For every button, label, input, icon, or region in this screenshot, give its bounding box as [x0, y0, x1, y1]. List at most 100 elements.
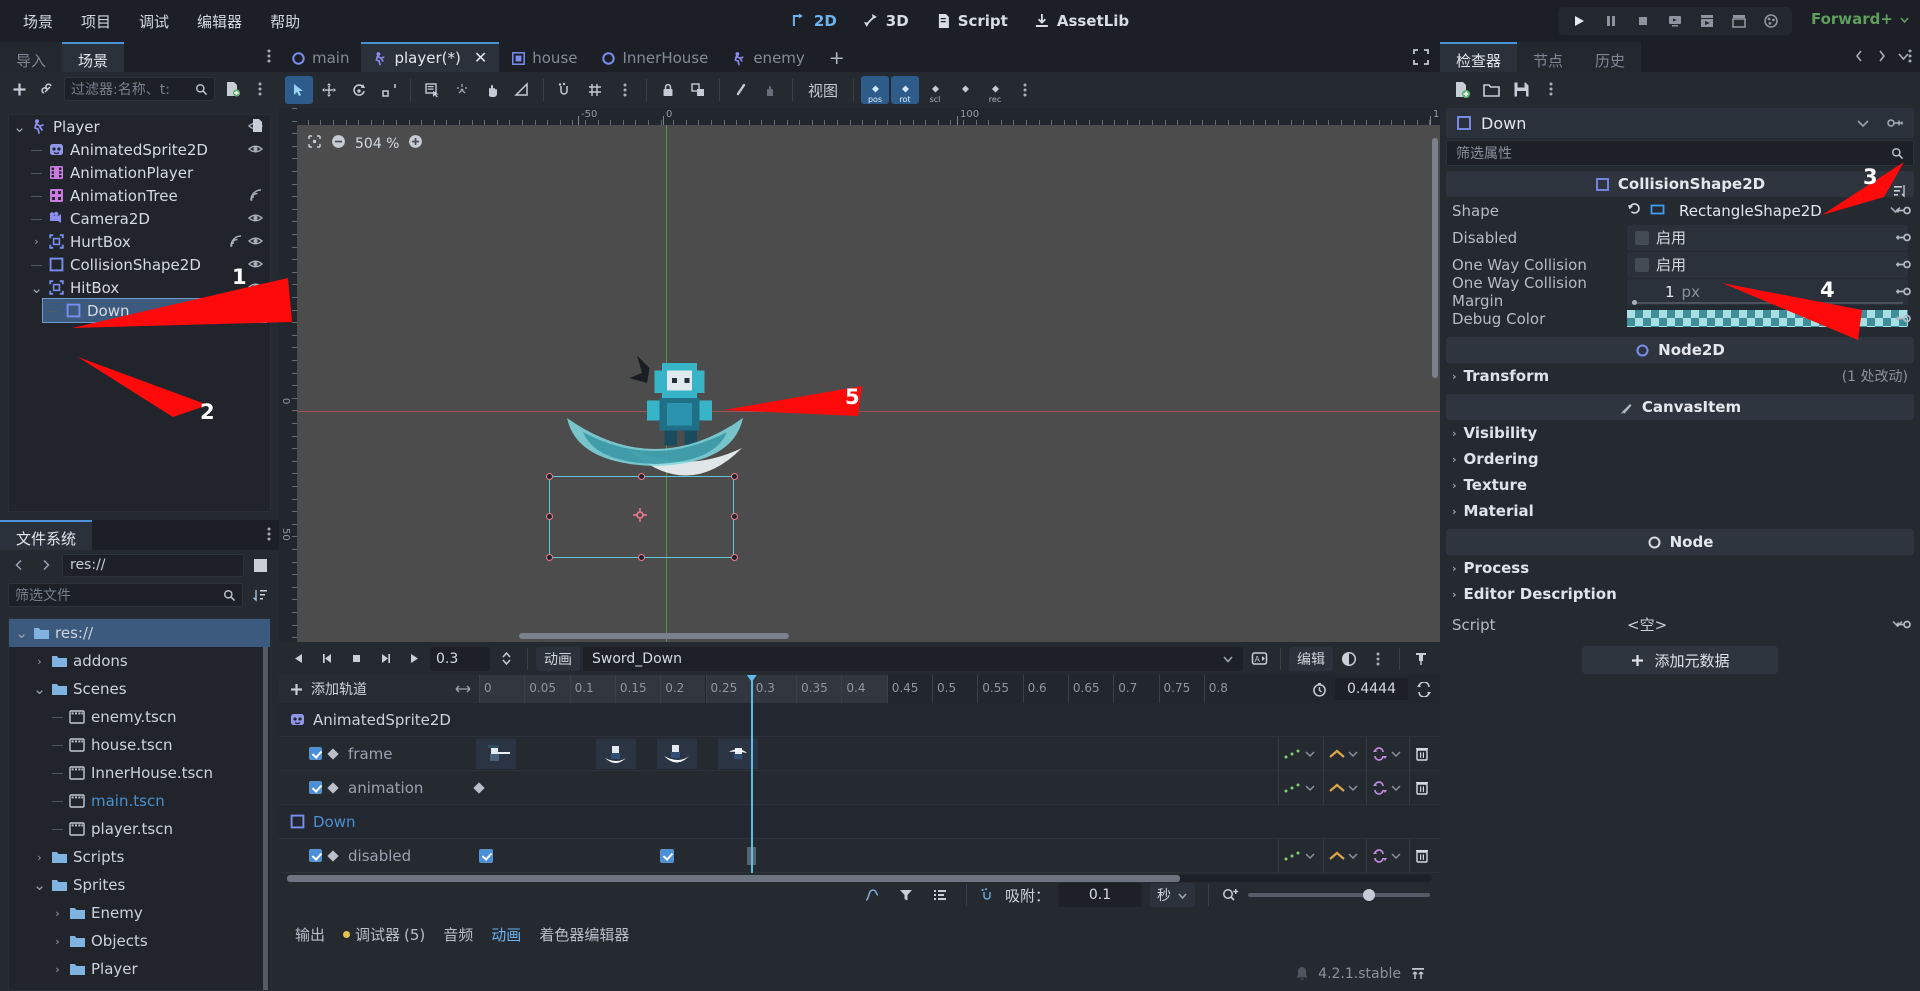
inspector-tab-1[interactable]: 节点	[1517, 42, 1580, 72]
step-back-icon[interactable]	[314, 647, 340, 671]
animation-length-value[interactable]: 0.4444	[1335, 678, 1408, 700]
timeline-zoom-slider[interactable]	[1248, 889, 1430, 901]
new-resource-icon[interactable]	[1450, 78, 1472, 100]
viewport-horizontal-scrollbar[interactable]	[519, 633, 789, 639]
menu-item-0[interactable]: 场景	[10, 6, 66, 37]
history-back-icon[interactable]	[1853, 49, 1866, 67]
expand-viewport-icon[interactable]	[1412, 48, 1430, 70]
keyframe-icon[interactable]	[1894, 257, 1911, 275]
inspector-category-canvasitem[interactable]: CanvasItem	[1446, 394, 1914, 420]
onion-skinning-icon[interactable]	[1336, 647, 1362, 671]
close-icon[interactable]: ✕	[474, 50, 487, 66]
visibility-toggle-icon[interactable]	[243, 303, 260, 321]
track-list-icon[interactable]	[927, 883, 953, 907]
keyframe-icon[interactable]	[1894, 230, 1911, 248]
save-resource-icon[interactable]	[1510, 78, 1532, 100]
inspector-options-icon[interactable]	[1540, 78, 1562, 100]
zoom-out-icon[interactable]	[331, 134, 346, 153]
scene-tab-house[interactable]: house	[499, 42, 589, 72]
key-pos-button[interactable]: pos	[861, 76, 890, 104]
animation-track-row[interactable]: Down	[279, 805, 1440, 839]
select-tool[interactable]	[285, 76, 313, 104]
lock-tool[interactable]	[654, 76, 682, 104]
scene-tree-item-animationtree[interactable]: — AnimationTree	[26, 184, 270, 207]
chevron-down-icon[interactable]: ⌄	[33, 682, 46, 697]
scene-tree-item-animationplayer[interactable]: — AnimationPlayer	[26, 161, 270, 184]
number-slider-track[interactable]	[1632, 300, 1903, 305]
scene-dock-menu-icon[interactable]	[267, 48, 271, 68]
mode-button-2d[interactable]: 2D	[780, 7, 848, 35]
resize-handle-tl[interactable]	[546, 473, 553, 480]
animation-chip-label[interactable]: 动画	[536, 646, 580, 671]
track-keyframe-area[interactable]	[479, 838, 1330, 873]
keyframe-icon[interactable]	[1894, 284, 1911, 302]
zoom-level-label[interactable]: 504 %	[355, 136, 399, 152]
keyframe-icon[interactable]	[1894, 617, 1911, 635]
scene-tree-item-hurtbox[interactable]: › HurtBox	[26, 230, 270, 253]
inspector-section-texture[interactable]: › Texture	[1440, 472, 1920, 498]
open-docs-icon[interactable]	[1887, 115, 1904, 131]
sort-files-icon[interactable]	[249, 584, 271, 606]
filesystem-filter-input[interactable]: 筛选文件	[8, 583, 243, 607]
add-metadata-button[interactable]: 添加元数据	[1582, 646, 1778, 674]
property-row-one-way-collision-margin[interactable]: One Way Collision Margin 1 px	[1440, 274, 1920, 310]
property-row-debug-color[interactable]: Debug Color	[1440, 305, 1920, 332]
inspector-section-material[interactable]: › Material	[1440, 498, 1920, 524]
chevron-right-icon[interactable]: ›	[33, 655, 46, 668]
inspector-category-node[interactable]: Node	[1446, 529, 1914, 555]
scene-dock-tab-1[interactable]: 导入	[0, 42, 63, 72]
scene-dock-tab-0[interactable]: 场景	[62, 42, 125, 72]
rotate-tool[interactable]	[345, 76, 373, 104]
property-value[interactable]: 启用	[1627, 251, 1908, 278]
inspector-section-process[interactable]: › Process	[1440, 555, 1920, 581]
animation-name-select[interactable]: Sword_Down	[583, 646, 1243, 671]
bottom-panel-tab-0[interactable]: 输出	[295, 924, 325, 945]
pause-icon[interactable]	[1596, 8, 1626, 34]
bottom-panel-tab-1[interactable]: 调试器 (5)	[343, 924, 425, 945]
visibility-toggle-icon[interactable]	[247, 280, 264, 298]
resize-handle-bm[interactable]	[638, 554, 645, 561]
remove-track-button[interactable]	[1409, 770, 1434, 805]
inspector-section-editor-description[interactable]: › Editor Description	[1440, 581, 1920, 607]
scene-filter-input[interactable]: 过滤器:名称、t:	[64, 77, 215, 101]
filesystem-item-housetscn[interactable]: — house.tscn	[9, 731, 270, 759]
filesystem-item-enemytscn[interactable]: — enemy.tscn	[9, 703, 270, 731]
scene-tree-item-animatedsprite2d[interactable]: — AnimatedSprite2D	[26, 138, 270, 161]
play-icon[interactable]	[401, 647, 427, 671]
add-node-icon[interactable]	[8, 78, 30, 100]
bottom-panel-tab-3[interactable]: 动画	[491, 924, 521, 945]
chevron-down-icon[interactable]: ⌄	[15, 626, 28, 641]
animation-track-row[interactable]: AnimatedSprite2D	[279, 702, 1440, 737]
animation-track-row[interactable]: animation	[279, 770, 1440, 805]
keyframe-thumbnail[interactable]	[476, 738, 516, 769]
chevron-right-icon[interactable]: ›	[51, 907, 64, 920]
resize-handle-tr[interactable]	[731, 473, 738, 480]
property-checkbox-container[interactable]: 启用	[1627, 251, 1908, 278]
scene-tab-player[interactable]: player(*) ✕	[361, 42, 500, 72]
scene-tab-main[interactable]: main	[279, 42, 361, 72]
chevron-down-icon[interactable]: ⌄	[13, 119, 26, 134]
filter-tracks-icon[interactable]	[893, 883, 919, 907]
add-track-button[interactable]: 添加轨道	[279, 679, 479, 699]
group-tool[interactable]	[684, 76, 712, 104]
smart-snap-tool[interactable]	[551, 76, 579, 104]
chevron-right-icon[interactable]: ›	[30, 235, 43, 248]
filesystem-item-objects[interactable]: › Objects	[9, 927, 270, 955]
filesystem-item-playertscn[interactable]: — player.tscn	[9, 815, 270, 843]
history-forward-icon[interactable]	[1875, 49, 1888, 67]
scene-tab-InnerHouse[interactable]: InnerHouse	[589, 42, 720, 72]
visibility-toggle-icon[interactable]	[247, 234, 264, 252]
keyframe-icon[interactable]	[1894, 203, 1911, 221]
mode-button-assetlib[interactable]: AssetLib	[1023, 7, 1140, 35]
add-scene-tab-button[interactable]: +	[817, 42, 857, 72]
zoom-in-icon[interactable]	[408, 134, 423, 153]
filesystem-item-sprites[interactable]: ⌄ Sprites	[9, 871, 270, 899]
animation-edit-button[interactable]: 编辑	[1289, 646, 1333, 671]
track-enabled-checkbox[interactable]	[309, 747, 322, 760]
debug-color-swatch[interactable]	[1627, 310, 1908, 327]
menu-item-4[interactable]: 帮助	[257, 6, 313, 37]
property-value[interactable]	[1627, 310, 1908, 327]
signal-icon[interactable]	[229, 234, 243, 252]
inspector-section-visibility[interactable]: › Visibility	[1440, 420, 1920, 446]
remote-icon[interactable]	[1724, 8, 1754, 34]
